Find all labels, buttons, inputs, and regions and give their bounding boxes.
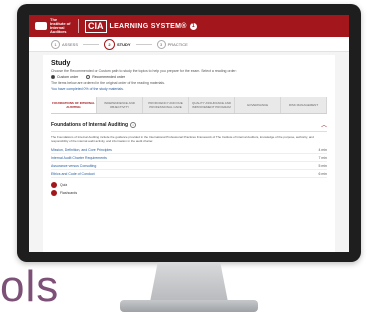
radio-icon	[51, 75, 55, 79]
list-item[interactable]: Mission, Definition, and Core Principles…	[51, 146, 327, 154]
section-title-text: Foundations of Internal Auditing	[51, 121, 129, 128]
monitor-base	[120, 300, 258, 312]
flashcards-icon	[51, 190, 57, 196]
topic-tabs: FOUNDATIONS OF INTERNAL AUDITING INDEPEN…	[51, 97, 327, 114]
progress-link[interactable]: You have completed 0% of the study mater…	[51, 87, 327, 91]
topic-title: Internal Audit Charter Requirements	[51, 155, 107, 160]
step-number: 1	[51, 39, 60, 49]
page-title: Study	[51, 60, 71, 67]
tab-governance[interactable]: GOVERNANCE	[235, 97, 281, 113]
tab-independence[interactable]: INDEPENDENCE AND OBJECTIVITY	[97, 97, 143, 113]
order-options: Custom order Recommended order	[51, 75, 327, 79]
monitor-stand	[150, 262, 228, 302]
section-title: Foundations of Internal Auditing i	[51, 121, 137, 128]
tab-quality-assurance[interactable]: QUALITY ASSURANCE AND IMPROVEMENT PROGRA…	[189, 97, 235, 113]
section-header[interactable]: Foundations of Internal Auditing i ︿	[51, 120, 327, 132]
step-label: PRACTICE	[167, 41, 188, 47]
radio-label: Custom order	[57, 75, 79, 79]
topic-title: Mission, Definition, and Core Principles	[51, 147, 112, 152]
step-number: 3	[156, 39, 166, 49]
section-description: The Foundations of Internal Auditing inc…	[51, 135, 314, 143]
tab-risk-management[interactable]: RISK MANAGEMENT	[281, 97, 327, 113]
step-study[interactable]: 2 STUDY	[104, 38, 131, 50]
progress-steps: 1 ASSESS 2 STUDY 3 PRACTICE	[29, 37, 349, 52]
org-logo-text: The Institute of Internal Auditors	[50, 17, 71, 34]
tab-proficiency[interactable]: PROFICIENCY AND DUE PROFESSIONAL CARE	[143, 97, 189, 113]
divider	[78, 19, 79, 33]
radio-icon	[86, 75, 91, 79]
screen: The Institute of Internal Auditors CIA L…	[29, 15, 349, 252]
step-label: ASSESS	[62, 41, 79, 47]
radio-recommended-order[interactable]: Recommended order	[86, 75, 125, 79]
step-assess[interactable]: 1 ASSESS	[51, 39, 79, 49]
topic-time: 7 min	[318, 155, 327, 160]
topic-time: 5 min	[318, 163, 327, 168]
action-label: Quiz	[60, 183, 68, 187]
instruction-text: Choose the Recommended or Custom path to…	[51, 69, 237, 73]
order-note: The items below are ordered in the origi…	[51, 81, 166, 85]
radio-label: Recommended order	[92, 75, 126, 79]
product-title: CIA LEARNING SYSTEM® 1	[85, 19, 197, 33]
topic-time: 6 min	[318, 171, 327, 176]
step-connector	[83, 43, 100, 45]
action-label: Flashcards	[60, 191, 78, 195]
study-panel: Study Choose the Recommended or Custom p…	[43, 55, 335, 252]
step-connector	[135, 43, 152, 45]
step-practice[interactable]: 3 PRACTICE	[156, 39, 188, 49]
topic-title: Assurance versus Consulting	[51, 163, 97, 168]
quiz-link[interactable]: Quiz	[51, 182, 327, 188]
quiz-icon	[51, 182, 57, 188]
list-item[interactable]: Internal Audit Charter Requirements 7 mi…	[51, 154, 327, 162]
topic-time: 4 min	[318, 147, 327, 152]
org-logo[interactable]: The Institute of Internal Auditors	[35, 18, 72, 34]
section-actions: Quiz Flashcards	[51, 182, 327, 196]
radio-custom-order[interactable]: Custom order	[51, 75, 78, 79]
info-icon[interactable]: i	[130, 121, 137, 128]
chevron-up-icon[interactable]: ︿	[321, 120, 327, 129]
tab-foundations[interactable]: FOUNDATIONS OF INTERNAL AUDITING	[51, 97, 97, 113]
app-title: LEARNING SYSTEM®	[109, 22, 187, 30]
topic-title: Ethics and Code of Conduct	[51, 171, 95, 176]
list-item[interactable]: Ethics and Code of Conduct 6 min	[51, 170, 327, 178]
logo-icon	[35, 22, 47, 30]
flashcards-link[interactable]: Flashcards	[51, 190, 327, 196]
section-badge: 1	[189, 22, 197, 30]
list-item[interactable]: Assurance versus Consulting 5 min	[51, 162, 327, 170]
app-header: The Institute of Internal Auditors CIA L…	[29, 15, 349, 37]
step-label: STUDY	[117, 41, 131, 47]
topic-list: Mission, Definition, and Core Principles…	[51, 146, 327, 178]
step-number: 2	[104, 38, 116, 50]
background-text: ols	[0, 262, 60, 311]
cia-mark: CIA	[85, 19, 107, 33]
